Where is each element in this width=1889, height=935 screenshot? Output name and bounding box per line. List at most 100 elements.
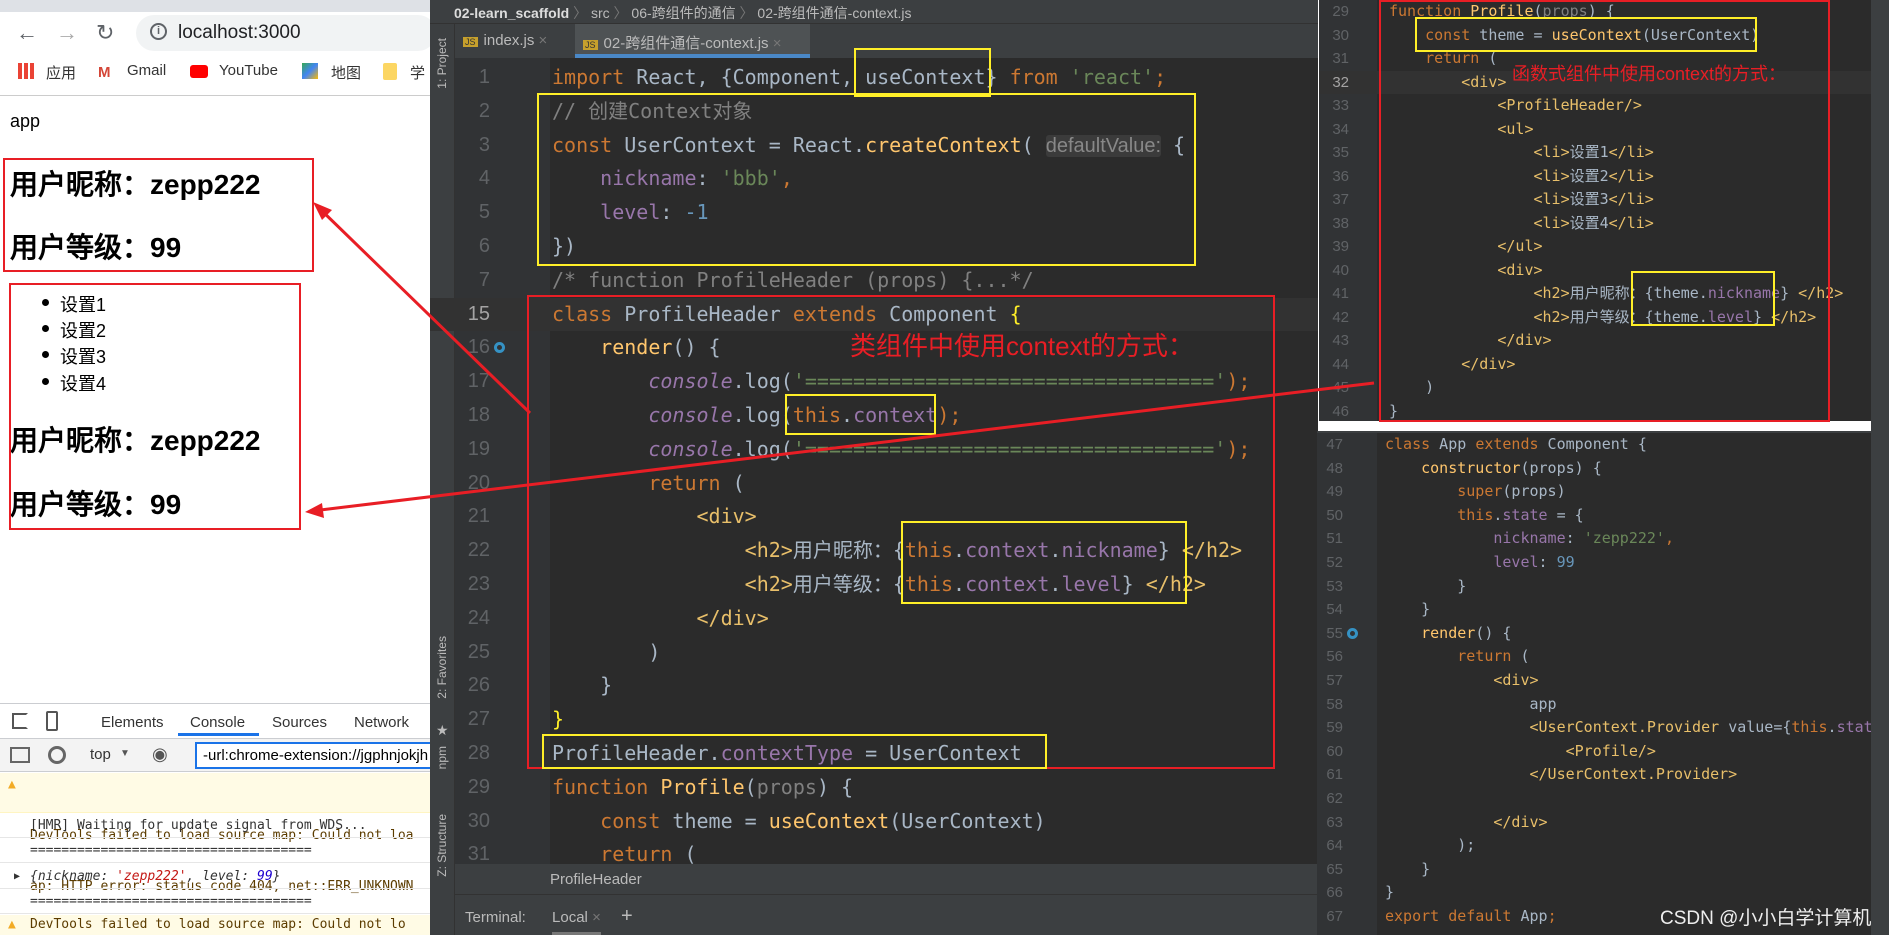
bullet [42,299,49,306]
terminal-tab-local[interactable]: Local × [552,909,601,935]
code-line[interactable]: 49 super(props) [1317,480,1871,504]
code-line[interactable]: 47 class App extends Component { [1317,433,1871,457]
back-icon[interactable]: ← [16,20,38,46]
apps-icon[interactable] [18,63,34,79]
code-line[interactable]: 64 ); [1317,834,1871,858]
code-line[interactable]: 25 ) [430,636,1318,670]
bookmark-maps[interactable]: 地图 [331,62,361,83]
code-line[interactable]: 23 <h2>用户等级：{this.context.level} </h2> [430,568,1318,602]
code-line[interactable]: 63 </div> [1317,811,1871,835]
code-line[interactable]: 18 console.log(this.context); [430,399,1318,433]
sidebar-toggle-icon[interactable] [10,747,30,763]
eye-icon[interactable]: ◉ [152,744,168,765]
code-line[interactable]: 19 console.log('========================… [430,433,1318,467]
console-filter-input[interactable]: -url:chrome-extension://jgphnjokjh [195,742,430,769]
code-line[interactable]: 55 render() { [1317,622,1871,646]
code-line[interactable]: 54 } [1317,598,1871,622]
bookmark-apps[interactable]: 应用 [46,62,76,83]
add-terminal-icon[interactable]: + [621,905,633,927]
code-token: 'react' [1069,65,1155,89]
code-line[interactable]: 66} [1317,881,1871,905]
code-editor[interactable]: 1 import React, {Component, useContext} f… [430,0,1318,864]
code-line[interactable]: 50 this.state = { [1317,504,1871,528]
code-line[interactable]: 31 return ( [430,838,1318,864]
context-select[interactable]: top [90,746,111,763]
code-line[interactable]: 46} [1319,400,1871,422]
bookmark-folder[interactable]: 学 [410,62,425,83]
code-line[interactable]: 65 } [1317,858,1871,882]
code-line[interactable]: 53 } [1317,575,1871,599]
code-text: import React, {Component, useContext} fr… [552,61,1166,95]
code-line[interactable]: 22 <h2>用户昵称：{this.context.nickname} </h2… [430,534,1318,568]
code-line[interactable]: 29 function Profile(props) { [430,771,1318,805]
code-line[interactable]: 37 <li>设置3</li> [1319,188,1871,212]
tab-network[interactable]: Network [354,714,409,731]
code-line[interactable]: 58 app [1317,693,1871,717]
code-line[interactable]: 5 level: -1 [430,196,1318,230]
code-line[interactable]: 34 <ul> [1319,118,1871,142]
code-line[interactable]: 28 ProfileHeader.contextType = UserContex… [430,737,1318,771]
code-token: <Profile/> [1565,741,1656,760]
code-line[interactable]: 61 </UserContext.Provider> [1317,763,1871,787]
url-text[interactable]: localhost:3000 [178,22,301,44]
device-toolbar-icon[interactable] [46,711,58,731]
address-bar[interactable]: i localhost:3000 [136,15,430,51]
code-line[interactable]: 35 <li>设置1</li> [1319,141,1871,165]
code-line[interactable]: 60 <Profile/> [1317,740,1871,764]
code-line[interactable]: 7 /* function ProfileHeader (props) {...*… [430,264,1318,298]
line-number: 66 [1326,884,1343,902]
bookmark-youtube[interactable]: YouTube [219,62,278,79]
code-line[interactable]: 42 <h2>用户等级：{theme.level} </h2> [1319,306,1871,330]
forward-icon[interactable]: → [56,20,78,46]
code-line[interactable]: 20 return ( [430,467,1318,501]
code-line[interactable]: 6}) [430,230,1318,264]
code-line[interactable]: 24 </div> [430,602,1318,636]
override-method-icon[interactable] [494,342,505,354]
code-line[interactable]: 41 <h2>用户昵称：{theme.nickname} </h2> [1319,282,1871,306]
tab-elements[interactable]: Elements [101,714,164,731]
close-icon[interactable]: × [592,909,601,926]
code-line[interactable]: 39 </ul> [1319,235,1871,259]
code-line[interactable]: 26 } [430,669,1318,703]
code-line[interactable]: 36 <li>设置2</li> [1319,165,1871,189]
code-line[interactable]: 4 nickname: 'bbb', [430,162,1318,196]
code-line[interactable]: 52 level: 99 [1317,551,1871,575]
inspect-icon[interactable] [12,713,28,729]
code-line[interactable]: 40 <div> [1319,259,1871,283]
tab-console[interactable]: Console [190,714,245,731]
info-icon[interactable]: i [150,23,167,40]
code-line[interactable]: 29 function Profile(props) { [1319,0,1871,24]
browser-tab-strip[interactable] [0,0,430,12]
tab-sources[interactable]: Sources [272,714,327,731]
code-line[interactable]: 51 nickname: 'zepp222', [1317,527,1871,551]
code-line[interactable]: 3 const UserContext = React.createContext… [430,129,1318,163]
expand-triangle-icon[interactable]: ▶ [14,871,20,882]
code-line[interactable]: 57 <div> [1317,669,1871,693]
code-line[interactable]: 56 return ( [1317,645,1871,669]
code-line[interactable]: 30 const theme = useContext(UserContext) [430,805,1318,839]
override-method-icon[interactable] [1347,627,1358,639]
code-line[interactable]: 44 </div> [1319,353,1871,377]
clear-console-icon[interactable] [48,746,66,764]
code-line[interactable]: 27} [430,703,1318,737]
code-line[interactable]: 48 constructor(props) { [1317,457,1871,481]
bookmark-gmail[interactable]: Gmail [127,62,166,79]
code-line[interactable]: 43 </div> [1319,329,1871,353]
code-line[interactable]: 2 // 创建Context对象 [430,95,1318,129]
code-token: } [1385,859,1431,878]
code-text: nickname: 'zepp222', [1385,527,1674,551]
code-line[interactable]: 45 ) [1319,376,1871,400]
code-line[interactable]: 1 import React, {Component, useContext} f… [430,61,1318,95]
console-object[interactable]: ▶ {nickname: 'zepp222', level: 99} [0,864,430,889]
structure-breadcrumb[interactable]: ProfileHeader [455,864,1318,894]
code-line[interactable]: 21 <div> [430,500,1318,534]
reload-icon[interactable]: ↻ [96,20,114,46]
code-line[interactable]: 62 [1317,787,1871,811]
code-line[interactable]: 59 <UserContext.Provider value={this.sta… [1317,716,1871,740]
code-line[interactable]: 38 <li>设置4</li> [1319,212,1871,236]
code-line[interactable]: 30 const theme = useContext(UserContext) [1319,24,1871,48]
code-line[interactable]: 17 console.log('========================… [430,365,1318,399]
code-line[interactable]: 33 <ProfileHeader/> [1319,94,1871,118]
